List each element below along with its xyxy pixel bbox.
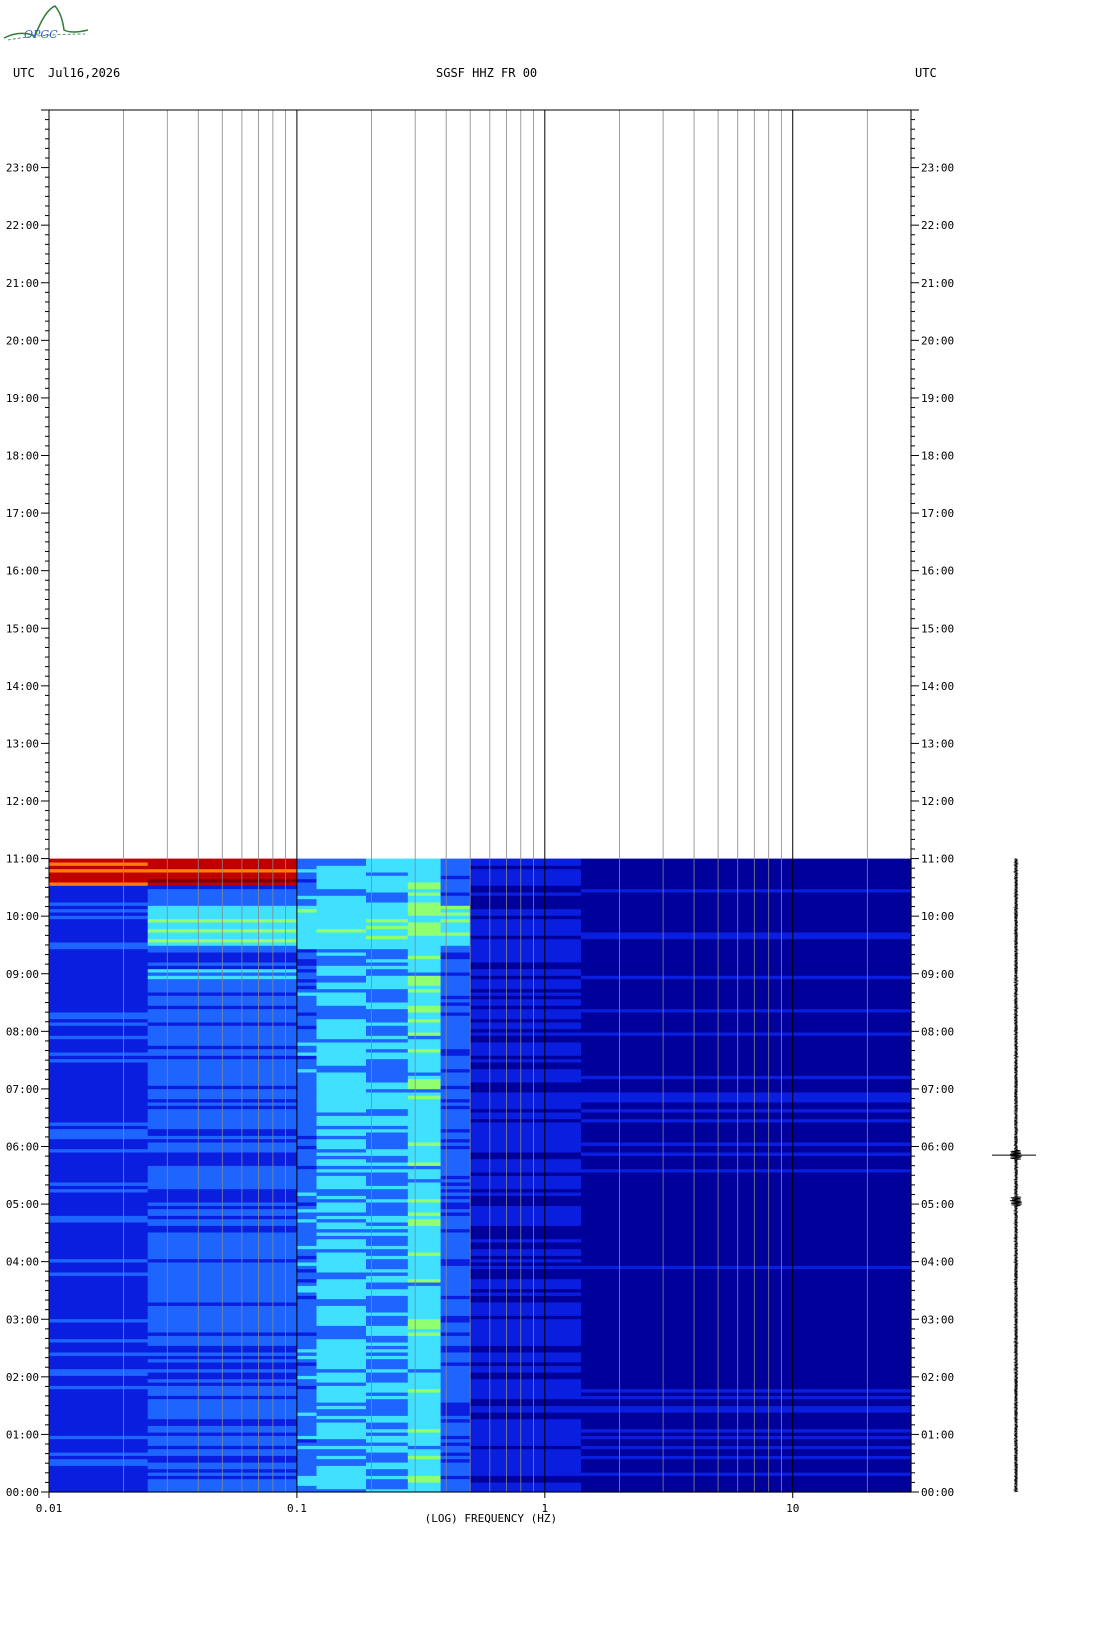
seismic-trace (992, 858, 1036, 1493)
trace-waveform (1009, 858, 1022, 1493)
